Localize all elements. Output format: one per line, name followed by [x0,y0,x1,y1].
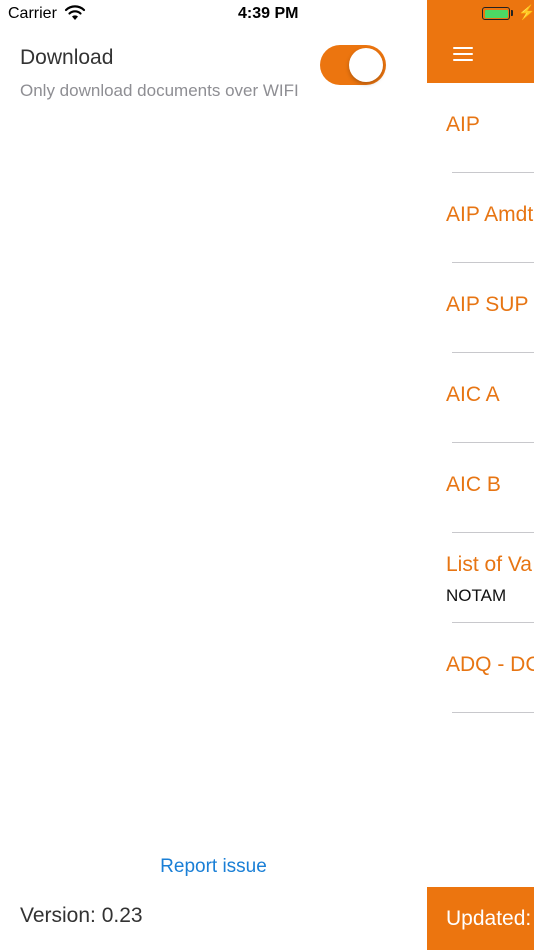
charging-bolt-icon: ⚡ [518,4,534,20]
report-issue-link[interactable]: Report issue [0,856,427,878]
menu-item-aic-b[interactable]: AIC B [427,443,534,533]
menu-item-label: List of Va [446,553,532,576]
wifi-icon [64,5,86,20]
battery-tip [511,10,513,16]
menu-item-sublabel: NOTAM [446,586,507,605]
menu-item-label: AIP Amdt [446,203,534,226]
menu-item-adq-dc[interactable]: ADQ - DC [427,623,534,713]
updated-footer: Updated: [427,887,534,950]
menu-item-aip-amdt[interactable]: AIP Amdt [427,173,534,263]
clock: 4:39 PM [238,5,299,22]
wifi-only-toggle[interactable] [320,45,386,85]
updated-label: Updated: [446,907,532,930]
menu-item-aic-a[interactable]: AIC A [427,353,534,443]
menu-item-label: AIC B [446,473,501,496]
download-subtitle: Only download documents over WIFI [20,81,299,100]
divider [452,712,534,713]
side-menu-panel: ⚡ AIP AIP Amdt AIP SUP AIC A AIC B List … [427,0,534,950]
menu-item-aip[interactable]: AIP [427,83,534,173]
download-title: Download [20,46,114,69]
version-label: Version: 0.23 [20,904,143,927]
toggle-knob [349,48,383,82]
menu-item-list-of-valid-notam[interactable]: List of Va NOTAM [427,533,534,623]
battery-icon [482,7,510,20]
menu-navbar: ⚡ [427,0,534,83]
carrier-label: Carrier [8,5,57,22]
menu-item-label: AIC A [446,383,500,406]
menu-item-label: AIP [446,113,480,136]
menu-item-aip-sup[interactable]: AIP SUP [427,263,534,353]
menu-item-label: AIP SUP [446,293,529,316]
hamburger-menu-icon[interactable] [453,44,475,62]
menu-item-label: ADQ - DC [446,653,534,676]
